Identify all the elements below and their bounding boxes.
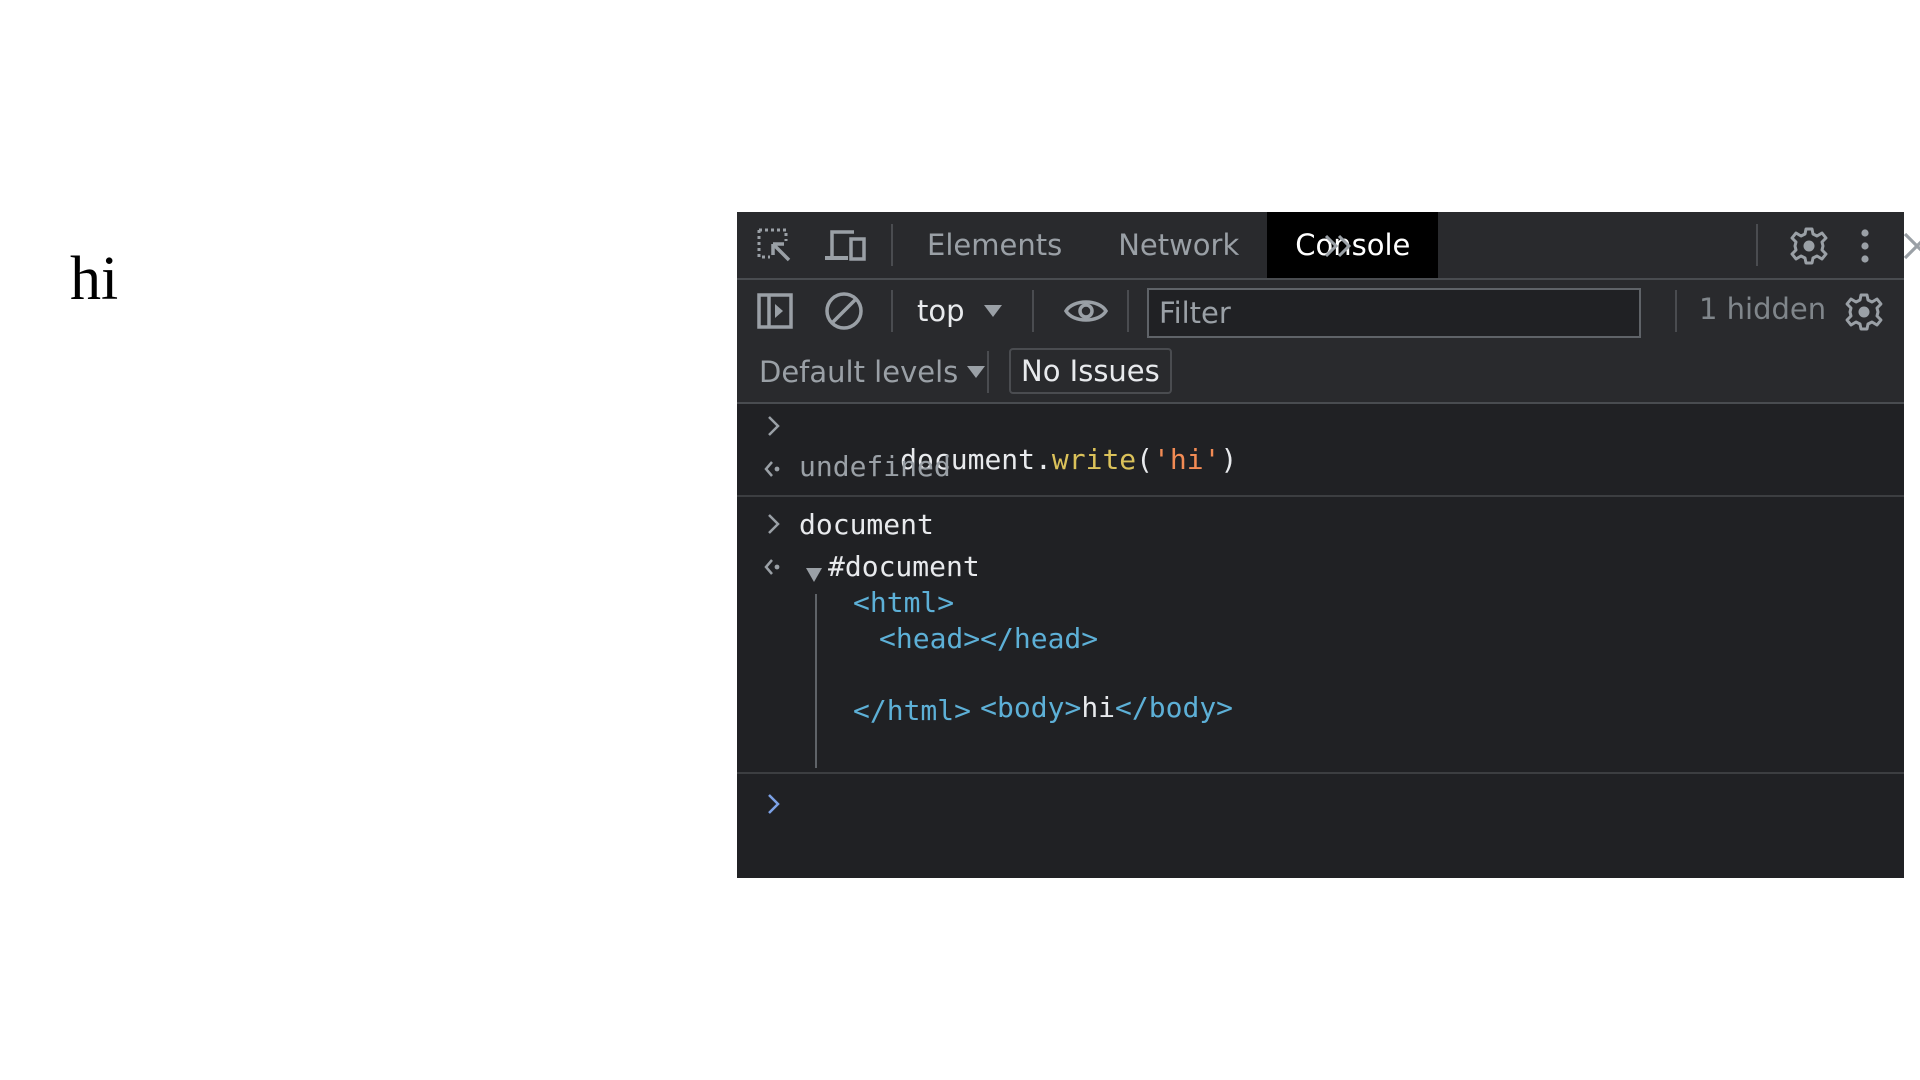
filter-input[interactable] bbox=[1149, 290, 1639, 336]
output-arrow-icon bbox=[763, 456, 783, 486]
kebab-menu-icon[interactable] bbox=[1855, 226, 1875, 266]
body-open-tag: <body> bbox=[980, 691, 1082, 724]
issues-button[interactable]: No Issues bbox=[1009, 348, 1172, 394]
filter-input-wrapper bbox=[1147, 288, 1641, 338]
toolbar-separator bbox=[891, 224, 893, 266]
token-dot: . bbox=[1035, 443, 1052, 476]
token-function: write bbox=[1051, 443, 1137, 476]
inspect-element-icon[interactable] bbox=[755, 226, 795, 266]
sidebar-toggle-icon[interactable] bbox=[755, 291, 795, 331]
more-tabs-icon[interactable] bbox=[1319, 228, 1359, 264]
output-arrow-icon bbox=[763, 554, 783, 584]
tab-elements[interactable]: Elements bbox=[899, 212, 1090, 278]
tree-guide-line bbox=[815, 594, 817, 768]
log-levels-dropdown[interactable]: Default levels bbox=[759, 342, 986, 402]
console-levels-bar: Default levels No Issues bbox=[737, 342, 1904, 404]
close-icon[interactable] bbox=[1897, 226, 1920, 266]
toolbar-separator bbox=[1127, 290, 1129, 332]
hidden-messages-count: 1 hidden bbox=[1699, 292, 1827, 326]
token-string: 'hi' bbox=[1153, 443, 1221, 476]
console-messages: document.write('hi') undefined document … bbox=[737, 404, 1904, 878]
tree-root-node[interactable]: #document bbox=[828, 550, 980, 583]
log-levels-label: Default levels bbox=[759, 355, 959, 389]
body-close-tag: </body> bbox=[1115, 691, 1234, 724]
message-divider bbox=[737, 772, 1904, 774]
console-output-line: undefined bbox=[799, 450, 951, 483]
expand-triangle-icon[interactable] bbox=[805, 560, 823, 590]
toolbar-separator bbox=[1032, 290, 1034, 332]
body-text-content: hi bbox=[1081, 691, 1116, 724]
input-chevron-icon bbox=[767, 512, 781, 542]
toolbar-separator bbox=[891, 290, 893, 332]
toolbar-separator bbox=[987, 351, 989, 393]
devtools-panel: Elements Network Console top 1 hidden Fi… bbox=[737, 212, 1920, 878]
tree-node-head[interactable]: <head></head> bbox=[879, 622, 1098, 655]
message-divider bbox=[737, 495, 1904, 497]
gear-icon[interactable] bbox=[1787, 224, 1831, 268]
console-prompt-input[interactable] bbox=[799, 782, 1894, 834]
prompt-chevron-icon bbox=[767, 792, 781, 822]
toolbar-separator bbox=[1675, 290, 1677, 332]
token-paren-open: ( bbox=[1136, 443, 1154, 476]
chevron-down-icon bbox=[966, 364, 986, 380]
tree-node-html-open[interactable]: <html> bbox=[853, 586, 954, 619]
context-select[interactable]: top bbox=[917, 280, 1003, 342]
tree-node-html-close[interactable]: </html> bbox=[853, 694, 971, 727]
console-input-line[interactable]: document bbox=[799, 508, 934, 541]
chevron-down-icon bbox=[983, 303, 1003, 319]
token-paren-close: ) bbox=[1220, 443, 1238, 476]
page-body-text: hi bbox=[70, 245, 119, 313]
input-chevron-icon bbox=[767, 414, 781, 444]
console-settings-gear-icon[interactable] bbox=[1843, 291, 1885, 333]
issues-label: No Issues bbox=[1021, 354, 1160, 388]
toolbar-separator bbox=[1756, 224, 1758, 266]
context-select-value: top bbox=[917, 294, 965, 328]
tab-network[interactable]: Network bbox=[1090, 212, 1267, 278]
eye-icon[interactable] bbox=[1062, 292, 1110, 330]
devtools-main-toolbar: Elements Network Console bbox=[737, 212, 1920, 280]
device-toolbar-icon[interactable] bbox=[823, 226, 869, 266]
clear-console-icon[interactable] bbox=[823, 290, 865, 332]
